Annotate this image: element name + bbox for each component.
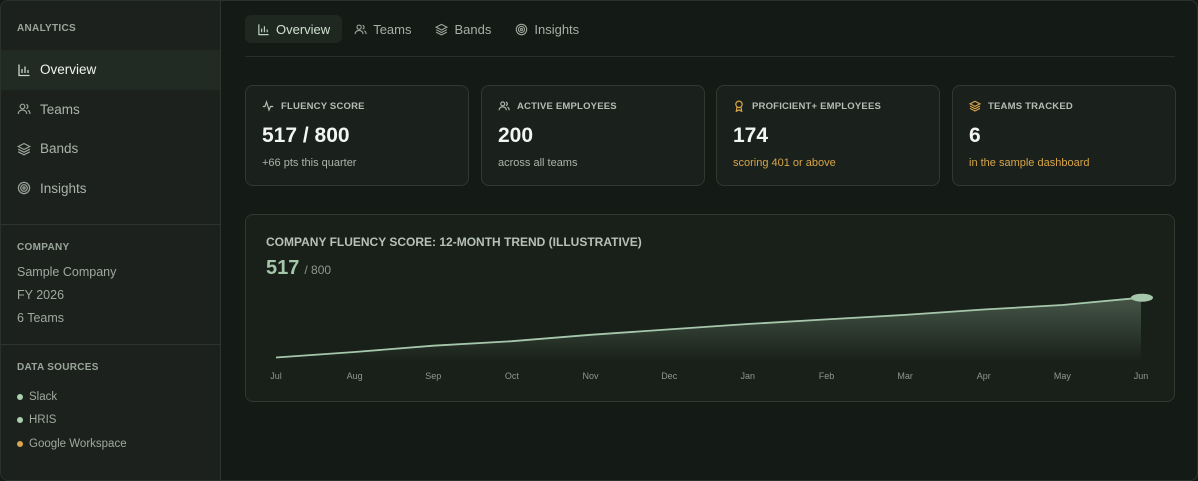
kpi-subtext: +66 pts this quarter: [262, 157, 357, 169]
source-label: Google Workspace: [29, 437, 127, 450]
source-item-slack: Slack: [17, 385, 127, 409]
bar-chart-icon: [257, 23, 270, 36]
top-tabs: Overview Teams Bands Insights: [245, 15, 591, 43]
kpi-card-active-employees: ACTIVE EMPLOYEES 200 across all teams: [481, 85, 705, 186]
x-tick-label: Jun: [1134, 371, 1149, 381]
kpi-value: 174: [733, 124, 769, 147]
sidebar-item-label: Overview: [40, 62, 97, 78]
tab-insights[interactable]: Insights: [503, 15, 591, 43]
sidebar-item-bands[interactable]: Bands: [1, 129, 220, 169]
fiscal-year: FY 2026: [17, 288, 65, 302]
kpi-label: ACTIVE EMPLOYEES: [498, 100, 617, 112]
source-item-google-workspace: Google Workspace: [17, 432, 127, 456]
sidebar-item-insights[interactable]: Insights: [1, 169, 220, 209]
kpi-card-proficient-employees: PROFICIENT+ EMPLOYEES 174 scoring 401 or…: [716, 85, 940, 186]
sidebar-item-overview[interactable]: Overview: [1, 50, 220, 90]
analytics-section-header: ANALYTICS: [17, 23, 77, 34]
company-name: Sample Company: [17, 265, 117, 279]
kpi-label: FLUENCY SCORE: [262, 100, 365, 112]
x-tick-label: Oct: [505, 371, 520, 381]
sidebar-nav: Overview Teams Bands Insights: [1, 50, 220, 208]
sidebar-item-label: Bands: [40, 141, 79, 157]
x-tick-label: Dec: [661, 371, 678, 381]
tab-label: Overview: [276, 21, 331, 37]
kpi-value: 517 / 800: [262, 124, 350, 147]
tab-bands[interactable]: Bands: [423, 15, 503, 43]
users-icon: [354, 23, 367, 36]
sidebar-divider: [1, 224, 220, 225]
sidebar-divider: [1, 344, 220, 345]
users-icon: [498, 100, 510, 112]
bar-chart-icon: [17, 63, 31, 77]
x-tick-label: Jan: [741, 371, 756, 381]
x-tick-label: Apr: [977, 371, 991, 381]
tab-overview[interactable]: Overview: [245, 15, 343, 43]
tab-label: Bands: [454, 21, 492, 37]
trend-chart: Jul Aug Sep Oct Nov Dec Jan Feb Mar Apr May Jun: [270, 293, 1153, 381]
kpi-value: 200: [498, 124, 534, 147]
award-icon: [733, 100, 745, 112]
sidebar-item-teams[interactable]: Teams: [1, 90, 220, 130]
x-tick-label: Jul: [270, 371, 282, 381]
layers-icon: [969, 100, 981, 112]
layers-icon: [435, 23, 449, 36]
kpi-subtext: in the sample dashboard: [969, 157, 1090, 169]
target-icon: [515, 23, 528, 36]
sidebar-item-label: Insights: [40, 180, 87, 196]
data-sources-list: Slack HRIS Google Workspace: [17, 385, 127, 456]
status-dot-icon: [17, 417, 23, 424]
team-count: 6 Teams: [17, 311, 65, 325]
kpi-subtext: scoring 401 or above: [733, 157, 836, 169]
kpi-value: 6: [969, 124, 981, 147]
x-tick-label: Feb: [819, 371, 835, 381]
tab-teams[interactable]: Teams: [342, 15, 423, 43]
kpi-card-fluency-score: FLUENCY SCORE 517 / 800 +66 pts this qua…: [245, 85, 469, 186]
status-dot-icon: [17, 393, 23, 400]
sidebar-item-label: Teams: [40, 101, 80, 117]
activity-icon: [262, 100, 274, 112]
sidebar: ANALYTICS Overview Teams Bands Insights …: [1, 1, 221, 480]
source-label: HRIS: [29, 414, 57, 427]
tabs-divider: [245, 56, 1175, 57]
kpi-card-teams-tracked: TEAMS TRACKED 6 in the sample dashboard: [952, 85, 1176, 186]
company-info: Sample Company FY 2026 6 Teams: [17, 264, 116, 333]
source-item-hris: HRIS: [17, 409, 127, 433]
source-label: Slack: [29, 390, 58, 403]
x-tick-label: May: [1054, 371, 1072, 381]
company-section-header: COMPANY: [17, 242, 70, 253]
x-tick-label: Sep: [425, 371, 441, 381]
x-tick-label: Mar: [897, 371, 913, 381]
status-dot-icon: [17, 440, 23, 447]
fluency-trend-card: COMPANY FLUENCY SCORE: 12-MONTH TREND (I…: [245, 214, 1175, 402]
x-tick-label: Nov: [582, 371, 599, 381]
tab-label: Teams: [373, 21, 412, 37]
kpi-label: TEAMS TRACKED: [969, 100, 1073, 112]
app-window: ANALYTICS Overview Teams Bands Insights …: [0, 0, 1198, 481]
trend-point-current: [1131, 293, 1153, 302]
tab-label: Insights: [534, 21, 580, 37]
x-tick-label: Aug: [347, 371, 363, 381]
layers-icon: [17, 142, 31, 156]
kpi-subtext: across all teams: [498, 157, 578, 169]
target-icon: [17, 181, 31, 195]
users-icon: [17, 102, 31, 116]
data-sources-section-header: DATA SOURCES: [17, 362, 99, 373]
kpi-label: PROFICIENT+ EMPLOYEES: [733, 100, 881, 112]
